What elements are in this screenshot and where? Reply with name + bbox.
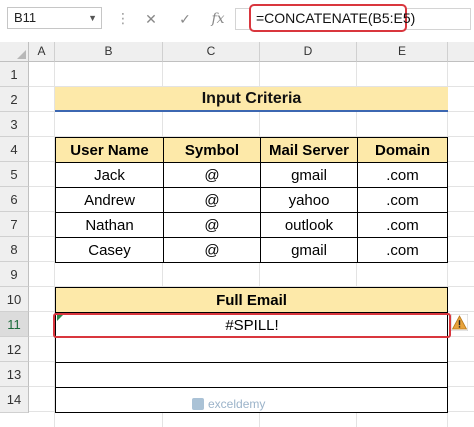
column-header-d[interactable]: D xyxy=(260,42,357,62)
name-box[interactable]: B11 ▼ xyxy=(7,7,102,29)
table-cell[interactable]: gmail xyxy=(260,162,358,188)
table-cell[interactable]: gmail xyxy=(260,237,358,263)
column-header-a[interactable]: A xyxy=(29,42,55,62)
table-cell[interactable]: .com xyxy=(357,237,448,263)
header-symbol[interactable]: Symbol xyxy=(163,137,261,163)
row-header-3[interactable]: 3 xyxy=(0,112,29,137)
table-cell[interactable]: .com xyxy=(357,187,448,213)
full-email-cell-b12[interactable] xyxy=(55,337,448,363)
error-indicator-icon xyxy=(57,315,63,321)
watermark-text: exceldemy xyxy=(208,397,266,411)
name-box-value: B11 xyxy=(14,10,37,25)
header-domain[interactable]: Domain xyxy=(357,137,448,163)
table-cell[interactable]: @ xyxy=(163,187,261,213)
formula-text[interactable]: =CONCATENATE(B5:E5) xyxy=(249,4,415,32)
table-cell[interactable]: @ xyxy=(163,212,261,238)
column-header-c[interactable]: C xyxy=(163,42,260,62)
row-header-10[interactable]: 10 xyxy=(0,287,29,312)
row-header-13[interactable]: 13 xyxy=(0,362,29,387)
header-user-name[interactable]: User Name xyxy=(55,137,164,163)
formula-bar: B11 ▼ ⋮ ✕ ✓ fx =CONCATENATE(B5:E5) xyxy=(0,0,474,38)
cancel-icon[interactable]: ✕ xyxy=(140,8,162,30)
formula-bar-divider: ⋮ xyxy=(116,10,130,26)
column-header-b[interactable]: B xyxy=(55,42,163,62)
header-mail-server[interactable]: Mail Server xyxy=(260,137,358,163)
enter-icon[interactable]: ✓ xyxy=(174,8,196,30)
row-header-9[interactable]: 9 xyxy=(0,262,29,287)
table-cell[interactable]: outlook xyxy=(260,212,358,238)
row-header-4[interactable]: 4 xyxy=(0,137,29,162)
full-email-header[interactable]: Full Email xyxy=(55,287,448,313)
row-header-1[interactable]: 1 xyxy=(0,62,29,87)
watermark: exceldemy xyxy=(192,397,265,411)
select-all-icon[interactable] xyxy=(0,42,29,62)
row-header-12[interactable]: 12 xyxy=(0,337,29,362)
warning-icon[interactable] xyxy=(451,314,468,331)
table-cell[interactable]: @ xyxy=(163,162,261,188)
table-cell[interactable]: yahoo xyxy=(260,187,358,213)
row-header-7[interactable]: 7 xyxy=(0,212,29,237)
table-cell[interactable]: @ xyxy=(163,237,261,263)
full-email-cell-b13[interactable] xyxy=(55,362,448,388)
watermark-logo-icon xyxy=(192,398,204,410)
table-cell[interactable]: .com xyxy=(357,212,448,238)
column-header-e[interactable]: E xyxy=(357,42,448,62)
table-cell[interactable]: .com xyxy=(357,162,448,188)
row-header-5[interactable]: 5 xyxy=(0,162,29,187)
table-cell[interactable]: Andrew xyxy=(55,187,164,213)
row-header-11[interactable]: 11 xyxy=(0,312,29,337)
table-cell[interactable]: Nathan xyxy=(55,212,164,238)
dropdown-arrow-icon[interactable]: ▼ xyxy=(88,8,97,28)
row-header-2[interactable]: 2 xyxy=(0,87,29,112)
row-header-8[interactable]: 8 xyxy=(0,237,29,262)
function-icon[interactable]: fx xyxy=(207,8,229,30)
table-cell[interactable]: Jack xyxy=(55,162,164,188)
row-header-14[interactable]: 14 xyxy=(0,387,29,413)
row-header-6[interactable]: 6 xyxy=(0,187,29,212)
input-criteria-title[interactable]: Input Criteria xyxy=(55,87,448,112)
table-cell[interactable]: Casey xyxy=(55,237,164,263)
spill-error-cell[interactable]: #SPILL! xyxy=(53,313,451,338)
column-header-next[interactable] xyxy=(448,42,474,62)
